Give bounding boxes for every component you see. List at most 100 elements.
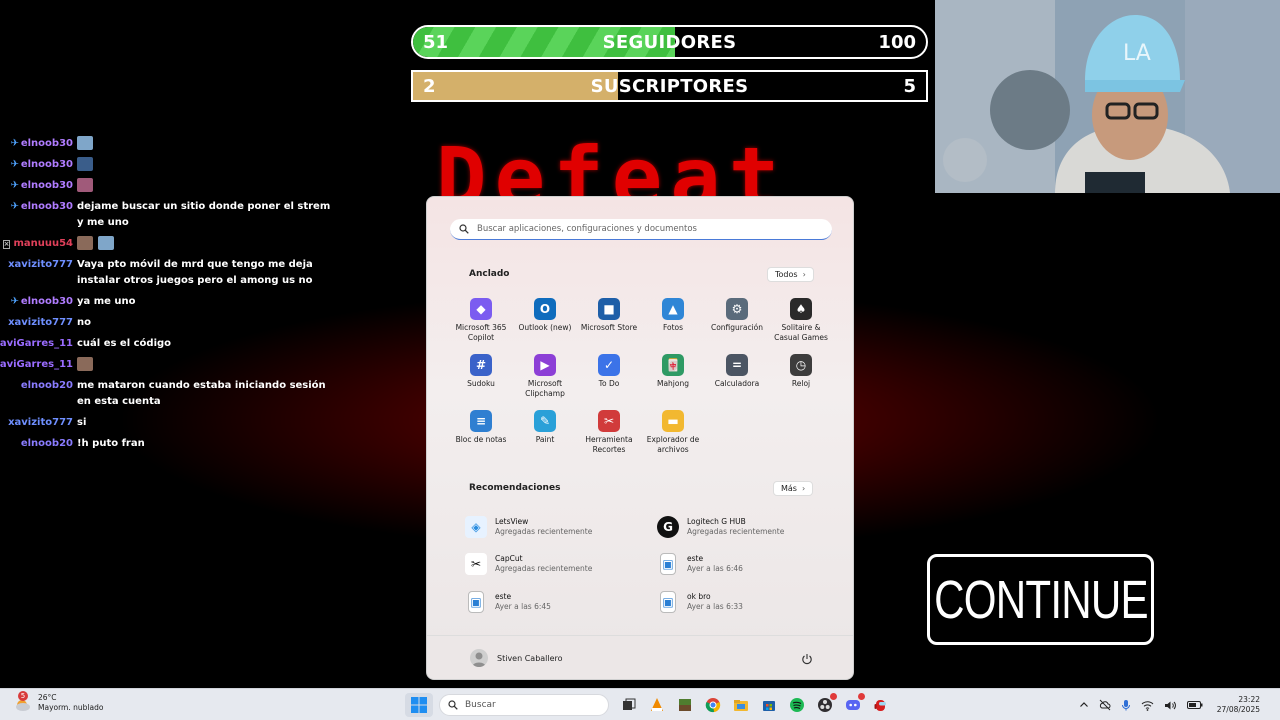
microphone-button[interactable] [1121, 699, 1131, 711]
recommendation-name: Logitech G HUB [687, 516, 746, 526]
pinned-app-clipchamp[interactable]: ▶ Microsoft Clipchamp [513, 354, 577, 410]
show-hidden-icons-button[interactable] [1079, 700, 1089, 710]
chat-username: xavizito777 [8, 259, 73, 270]
mahjong-icon: 🀄 [662, 354, 684, 376]
chat-author[interactable]: elnoob20 [0, 378, 77, 394]
pinned-app-calculator[interactable]: = Calculadora [705, 354, 769, 410]
pinned-app-folder[interactable]: ▬ Explorador de archivos [641, 410, 705, 466]
chat-author[interactable]: xavizito777 [0, 315, 77, 331]
chat-overlay: ✈ elnoob30 ✈ elnoob30 ✈ elnoob30 ✈ elnoob30 deja… [0, 136, 340, 457]
start-button[interactable] [405, 693, 433, 717]
pinned-app-todo-check[interactable]: ✓ To Do [577, 354, 641, 410]
chat-username: manuuu54 [13, 238, 73, 249]
taskbar-app-file-explorer[interactable] [727, 693, 755, 717]
all-apps-button[interactable]: Todos › [767, 267, 814, 282]
search-icon [459, 224, 469, 234]
chat-username: xavizito777 [8, 317, 73, 328]
chevron-up-icon [1079, 702, 1088, 707]
taskbar-app-among-us[interactable] [867, 693, 895, 717]
continue-button[interactable]: CONTINUE [927, 554, 1154, 645]
chat-author[interactable]: ✈ elnoob30 [0, 178, 77, 194]
pinned-app-sudoku[interactable]: # Sudoku [449, 354, 513, 410]
recommendation-item[interactable]: ▣ este Ayer a las 6:46 [657, 546, 825, 584]
defeat-banner: Defeat [436, 129, 788, 200]
pinned-app-label: Microsoft Store [580, 323, 638, 332]
taskbar-app-minecraft[interactable] [671, 693, 699, 717]
chat-emote-image [98, 236, 114, 250]
power-icon [802, 654, 812, 665]
taskbar-app-store[interactable] [755, 693, 783, 717]
recommendation-item[interactable]: ✂ CapCut Agregadas recientemente [465, 546, 657, 584]
chat-author[interactable]: ✈ elnoob30 [0, 294, 77, 310]
power-button[interactable] [801, 650, 813, 669]
chat-author[interactable]: xavizito777 [0, 415, 77, 431]
pinned-app-label: To Do [598, 379, 620, 388]
folder-icon: ▬ [662, 410, 684, 432]
recommendation-text: LetsView Agregadas recientemente [495, 517, 592, 537]
pinned-app-clock[interactable]: ◷ Reloj [769, 354, 833, 410]
taskbar-app-spotify[interactable] [783, 693, 811, 717]
todo-check-icon: ✓ [598, 354, 620, 376]
recommendation-subtitle: Ayer a las 6:33 [687, 601, 743, 611]
wifi-button[interactable] [1141, 700, 1154, 711]
followers-goal-bar: 51 SEGUIDORES 100 [411, 25, 928, 59]
pinned-app-store[interactable]: ■ Microsoft Store [577, 298, 641, 354]
user-account-button[interactable]: Stiven Caballero [470, 649, 563, 667]
taskbar-search[interactable]: Buscar [439, 694, 609, 716]
chat-message: XaviGarres_11 cuál es el código [0, 336, 340, 352]
chat-badge-icon: ✈ [10, 180, 19, 191]
chat-author[interactable]: ✈ elnoob30 [0, 199, 77, 215]
chat-author[interactable]: XaviGarres_11 [0, 357, 77, 373]
cloud-sync-button[interactable] [1099, 699, 1111, 711]
chat-author[interactable]: xavizito777 [0, 257, 77, 273]
pinned-app-notepad[interactable]: ≡ Bloc de notas [449, 410, 513, 466]
weather-widget[interactable]: 5 26°C Mayorm. nublado [12, 691, 103, 713]
battery-button[interactable] [1186, 700, 1203, 710]
pinned-app-outlook[interactable]: O Outlook (new) [513, 298, 577, 354]
recommendation-text: Logitech G HUB Agregadas recientemente [687, 517, 784, 537]
more-recommendations-button[interactable]: Más › [773, 481, 814, 496]
recommendation-item[interactable]: ▣ este Ayer a las 6:45 [465, 583, 657, 621]
recommendation-text: CapCut Agregadas recientemente [495, 554, 592, 574]
recommendation-name: LetsView [495, 516, 529, 526]
chat-author[interactable]: XaviGarres_11 [0, 336, 77, 352]
chat-message: ✈ elnoob30 [0, 157, 340, 173]
chat-author[interactable]: ✈ elnoob30 [0, 136, 77, 152]
recommendation-item[interactable]: ◈ LetsView Agregadas recientemente [465, 508, 657, 546]
pinned-app-mahjong[interactable]: 🀄 Mahjong [641, 354, 705, 410]
chat-author[interactable]: ✈ elnoob30 [0, 157, 77, 173]
chat-emote-message [77, 157, 340, 173]
taskbar-app-obs[interactable] [811, 693, 839, 717]
chat-message: elnoob20 me mataron cuando estaba inician… [0, 378, 340, 410]
continue-label: CONTINUE [933, 569, 1148, 630]
store-icon: ■ [598, 298, 620, 320]
taskbar-app-chrome[interactable] [699, 693, 727, 717]
start-search-input[interactable]: Buscar aplicaciones, configuraciones y d… [450, 219, 832, 240]
chat-message: ✈ elnoob30 ya me uno [0, 294, 340, 310]
chat-username: XaviGarres_11 [0, 338, 73, 349]
chat-badge-icon: ✈ [10, 159, 19, 170]
recommendation-item[interactable]: ▣ ok bro Ayer a las 6:33 [657, 583, 825, 621]
pinned-app-paint[interactable]: ✎ Paint [513, 410, 577, 466]
clock-button[interactable]: 23:22 27/08/2025 [1217, 695, 1260, 715]
chat-author[interactable]: ✓×manuuu54 [0, 236, 77, 252]
chat-username: XaviGarres_11 [0, 359, 73, 370]
chat-emote-image [77, 178, 93, 192]
pinned-app-snipping-tool[interactable]: ✂ Herramienta Recortes [577, 410, 641, 466]
task-view-icon [623, 698, 636, 710]
notification-dot [858, 693, 865, 700]
pinned-app-m365-copilot[interactable]: ◆ Microsoft 365 Copilot [449, 298, 513, 354]
taskbar-app-discord[interactable] [839, 693, 867, 717]
taskbar-app-vlc[interactable] [643, 693, 671, 717]
pinned-app-photos[interactable]: ▲ Fotos [641, 298, 705, 354]
pinned-app-label: Explorador de archivos [646, 435, 700, 454]
volume-button[interactable] [1164, 700, 1177, 711]
chat-badge-icon: ✈ [10, 296, 19, 307]
pinned-app-settings-gear[interactable]: ⚙ Configuración [705, 298, 769, 354]
task-view-button[interactable] [615, 693, 643, 717]
pinned-app-solitaire[interactable]: ♠ Solitaire & Casual Games [769, 298, 833, 354]
chat-text: si [77, 417, 87, 428]
chat-author[interactable]: elnoob20 [0, 436, 77, 452]
recommendation-item[interactable]: G Logitech G HUB Agregadas recientemente [657, 508, 825, 546]
pinned-app-label: Fotos [662, 323, 684, 332]
